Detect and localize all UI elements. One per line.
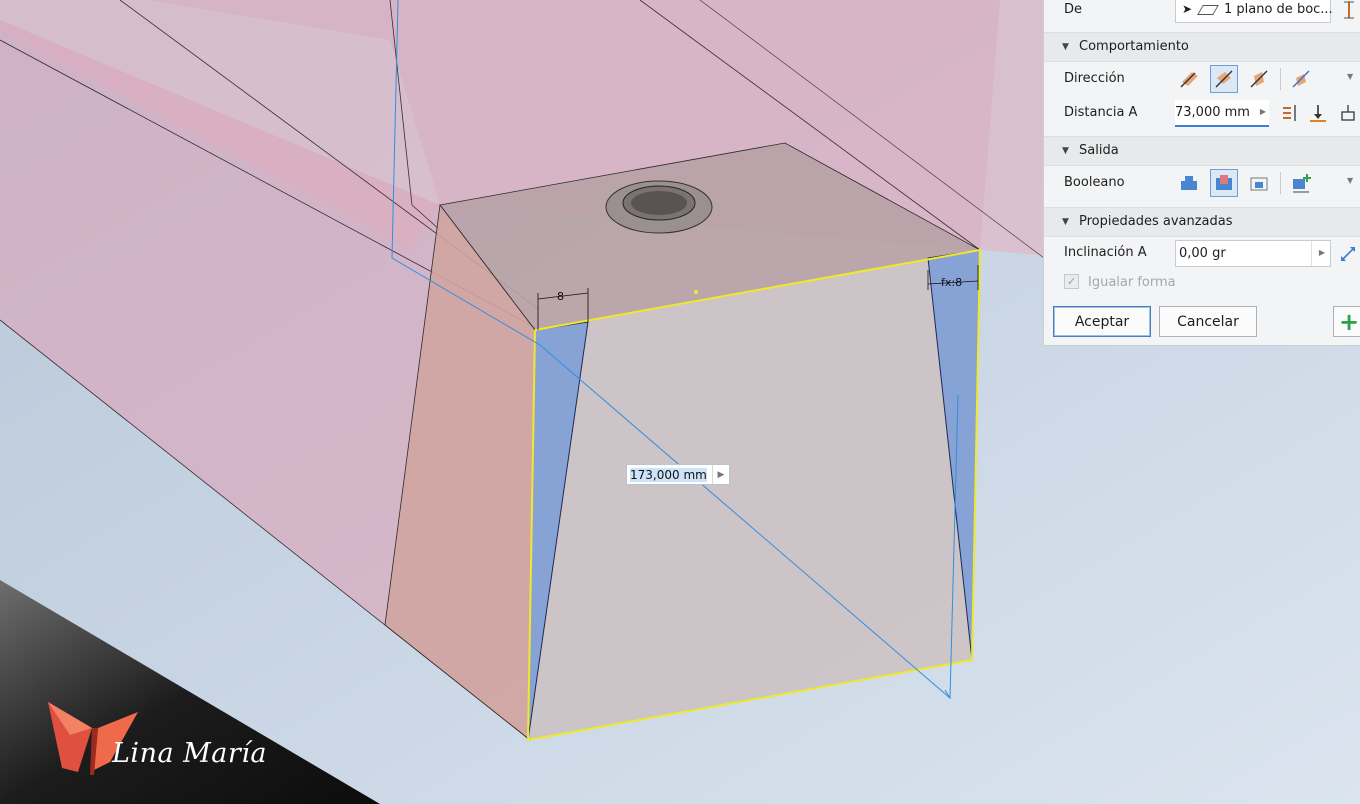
apply-plus-button[interactable]: +: [1333, 306, 1360, 337]
accept-button[interactable]: Aceptar: [1053, 306, 1151, 337]
distance-options-icon[interactable]: [1276, 99, 1304, 127]
direccion-label: Dirección: [1064, 71, 1125, 86]
section-title: Salida: [1079, 143, 1119, 158]
direction-default-icon[interactable]: [1175, 65, 1203, 93]
intersect-icon[interactable]: [1245, 169, 1273, 197]
distance-field[interactable]: 73,000 mm ▶: [1175, 100, 1269, 127]
distance-input-overlay[interactable]: 173,000 mm ▶: [626, 464, 730, 485]
play-arrow-icon[interactable]: ▶: [712, 465, 729, 484]
box-front-shade: [540, 252, 980, 730]
cursor-icon: ➤: [1182, 2, 1193, 16]
igualar-label: Igualar forma: [1088, 275, 1176, 290]
extent-icon[interactable]: [1338, 0, 1360, 24]
section-title: Propiedades avanzadas: [1079, 214, 1233, 229]
collapse-triangle-icon[interactable]: ▼: [1062, 217, 1069, 227]
join-icon[interactable]: [1175, 169, 1203, 197]
separator: [1280, 68, 1281, 90]
extent-all-icon[interactable]: [1334, 99, 1360, 127]
collapse-triangle-icon[interactable]: ▼: [1062, 146, 1069, 156]
section-propiedades-avanzadas[interactable]: ▼ Propiedades avanzadas: [1044, 207, 1360, 237]
dropdown-arrow-icon[interactable]: ▼: [1347, 72, 1353, 81]
dimension-label-right[interactable]: fx:8: [941, 276, 962, 289]
cut-icon[interactable]: [1210, 169, 1238, 197]
plane-icon: [1197, 5, 1219, 15]
plus-icon: +: [1338, 307, 1360, 336]
distancia-label: Distancia A: [1064, 105, 1138, 120]
hole-bore: [631, 191, 687, 215]
direction-flipped-icon[interactable]: [1210, 65, 1238, 93]
field-arrow-icon[interactable]: ▶: [1260, 107, 1266, 116]
direction-symmetric-icon[interactable]: [1245, 65, 1273, 93]
collapse-triangle-icon[interactable]: ▼: [1062, 42, 1069, 52]
booleano-label: Booleano: [1064, 175, 1125, 190]
distance-overlay-value[interactable]: 173,000 mm: [630, 467, 707, 482]
taper-value[interactable]: 0,00 gr: [1179, 246, 1226, 261]
igualar-checkbox[interactable]: ✓: [1064, 274, 1079, 289]
profile-selector[interactable]: ➤ 1 plano de boc...: [1175, 0, 1333, 23]
field-divider: [1311, 241, 1312, 266]
field-arrow-icon[interactable]: ▶: [1319, 248, 1325, 257]
cancel-button[interactable]: Cancelar: [1159, 306, 1257, 337]
de-label: De: [1064, 2, 1083, 17]
extrude-properties-panel: De ➤ 1 plano de boc... ▼ Comportamiento …: [1043, 0, 1360, 346]
watermark-text: Lina María: [112, 738, 268, 769]
new-solid-icon[interactable]: [1287, 169, 1315, 197]
profile-value: 1 plano de boc...: [1224, 2, 1333, 17]
distance-value[interactable]: 73,000 mm: [1175, 105, 1250, 120]
inclinacion-label: Inclinación A: [1064, 245, 1147, 260]
dropdown-arrow-icon[interactable]: ▼: [1347, 176, 1353, 185]
section-comportamiento[interactable]: ▼ Comportamiento: [1044, 32, 1360, 62]
section-salida[interactable]: ▼ Salida: [1044, 136, 1360, 166]
flip-taper-icon[interactable]: [1336, 240, 1360, 268]
dimension-label-left[interactable]: 8: [557, 290, 564, 303]
to-face-icon[interactable]: [1304, 99, 1332, 127]
section-title: Comportamiento: [1079, 39, 1189, 54]
taper-field[interactable]: 0,00 gr ▶: [1175, 240, 1331, 267]
separator: [1280, 172, 1281, 194]
selection-point: [694, 290, 698, 294]
direction-asymmetric-icon[interactable]: [1287, 65, 1315, 93]
